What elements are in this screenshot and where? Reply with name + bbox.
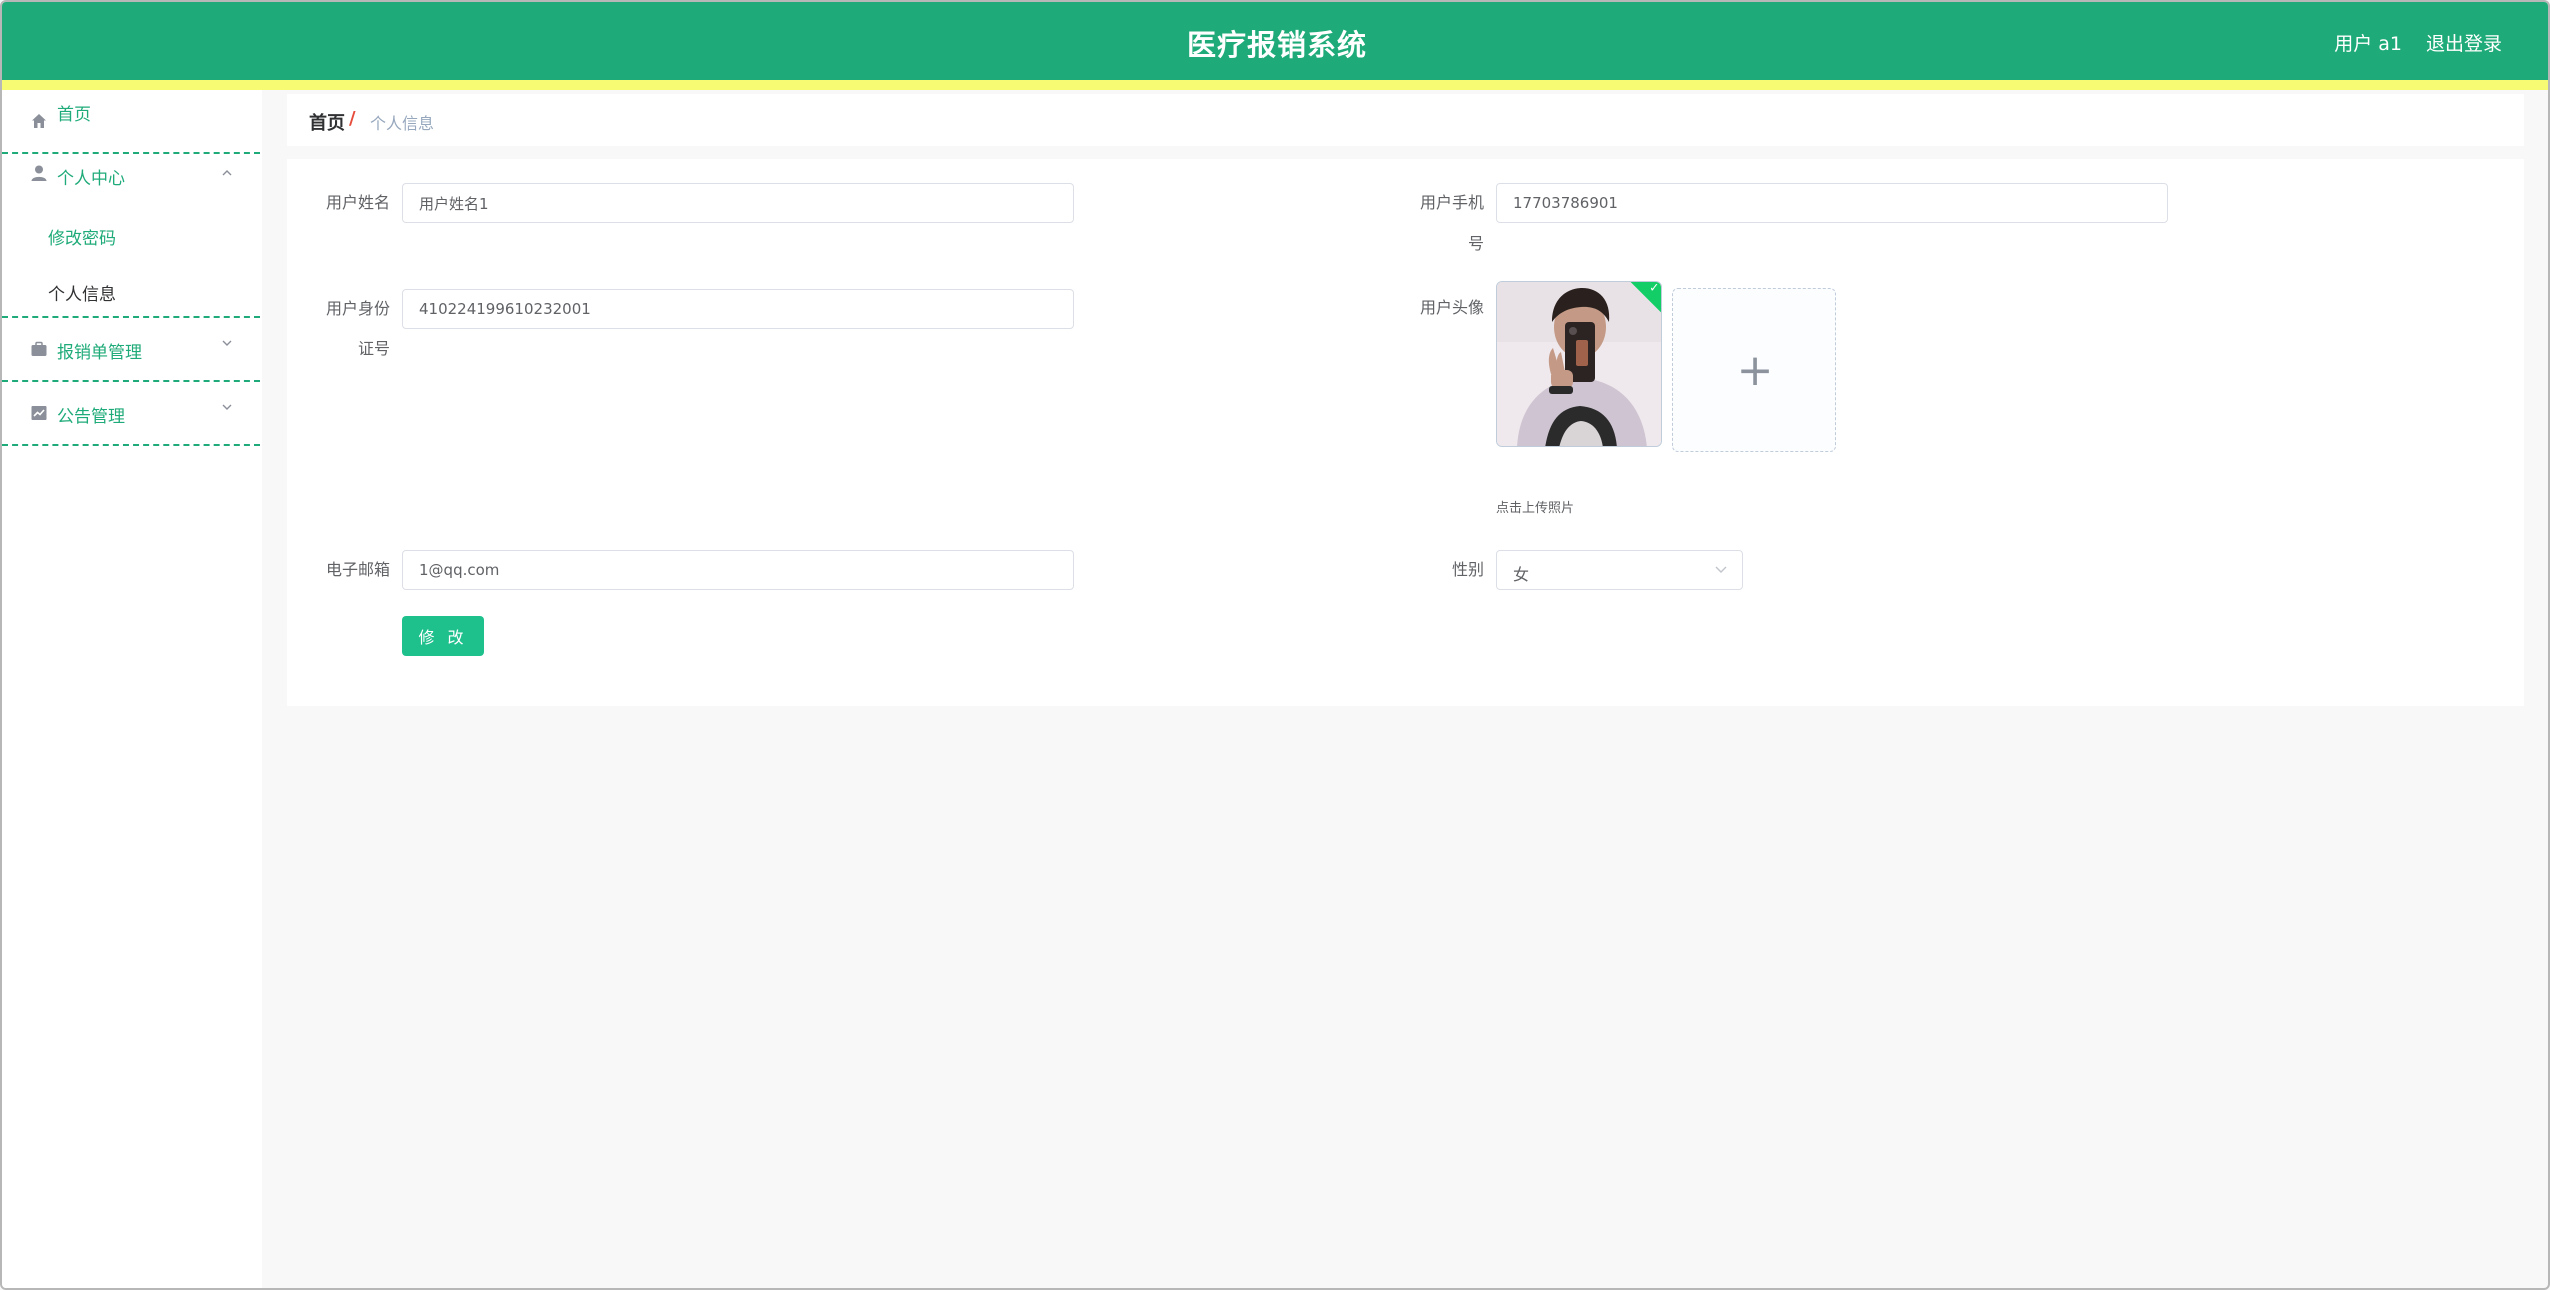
sidebar-item-label: 首页: [57, 105, 91, 125]
breadcrumb-separator: /: [349, 108, 356, 129]
breadcrumb: 首页 / 个人信息: [287, 94, 2524, 146]
header-stripe: [2, 80, 2548, 90]
gender-select-value: 女: [1513, 565, 1530, 584]
logout-link[interactable]: 退出登录: [2426, 29, 2502, 56]
sidebar: 首页 个人中心 修改密码 个人信息 报销单管理 公告管理: [2, 90, 262, 1288]
chevron-down-icon: [1715, 566, 1727, 573]
sidebar-item-label: 报销单管理: [57, 343, 142, 363]
sidebar-item-reimbursement[interactable]: 报销单管理: [2, 318, 260, 382]
avatar-photo: [1497, 282, 1661, 446]
id-number-label-continued: 证号: [357, 339, 390, 358]
gender-select[interactable]: 女: [1496, 550, 1743, 590]
gender-label: 性别: [1451, 560, 1484, 579]
app-window: 医疗报销系统 用户 a1 退出登录 首页 个人中心 修改密码 个人信息 报销单管…: [0, 0, 2550, 1290]
avatar-upload-button[interactable]: +: [1672, 288, 1836, 452]
home-icon: [32, 114, 46, 128]
breadcrumb-current: 个人信息: [370, 114, 435, 133]
sidebar-item-label: 个人中心: [57, 169, 125, 189]
chart-icon: [31, 406, 47, 420]
chevron-down-icon: [222, 340, 232, 346]
sidebar-subitem-label: 个人信息: [48, 285, 116, 305]
check-icon: ✓: [1649, 281, 1660, 295]
email-label: 电子邮箱: [325, 560, 390, 579]
name-label: 用户姓名: [325, 193, 390, 212]
sidebar-subitem-label: 修改密码: [48, 229, 116, 249]
upload-tip: 点击上传照片: [1496, 501, 1575, 516]
app-title: 医疗报销系统: [1186, 28, 1367, 62]
user-icon: [31, 165, 47, 181]
top-header: 医疗报销系统 用户 a1 退出登录: [2, 2, 2548, 80]
chevron-up-icon: [222, 170, 232, 176]
email-input[interactable]: [402, 550, 1074, 590]
chevron-down-icon: [222, 404, 232, 410]
phone-label-continued: 号: [1467, 234, 1484, 253]
sidebar-item-notice[interactable]: 公告管理: [2, 382, 260, 446]
current-user: 用户 a1: [2334, 33, 2402, 55]
sidebar-subitem-personal-info[interactable]: 个人信息: [2, 262, 260, 318]
sidebar-subitem-change-password[interactable]: 修改密码: [2, 206, 260, 262]
avatar-label: 用户头像: [1419, 298, 1484, 317]
phone-input[interactable]: [1496, 183, 2168, 223]
sidebar-item-label: 公告管理: [57, 407, 125, 427]
id-number-label: 用户身份: [325, 299, 390, 318]
submit-button[interactable]: 修 改: [402, 616, 484, 656]
plus-icon: +: [1736, 345, 1774, 396]
avatar-preview[interactable]: ✓: [1496, 281, 1662, 447]
name-input[interactable]: [402, 183, 1074, 223]
phone-label: 用户手机: [1419, 193, 1484, 212]
breadcrumb-home[interactable]: 首页: [309, 109, 345, 135]
id-number-input[interactable]: [402, 289, 1074, 329]
briefcase-icon: [31, 341, 47, 356]
